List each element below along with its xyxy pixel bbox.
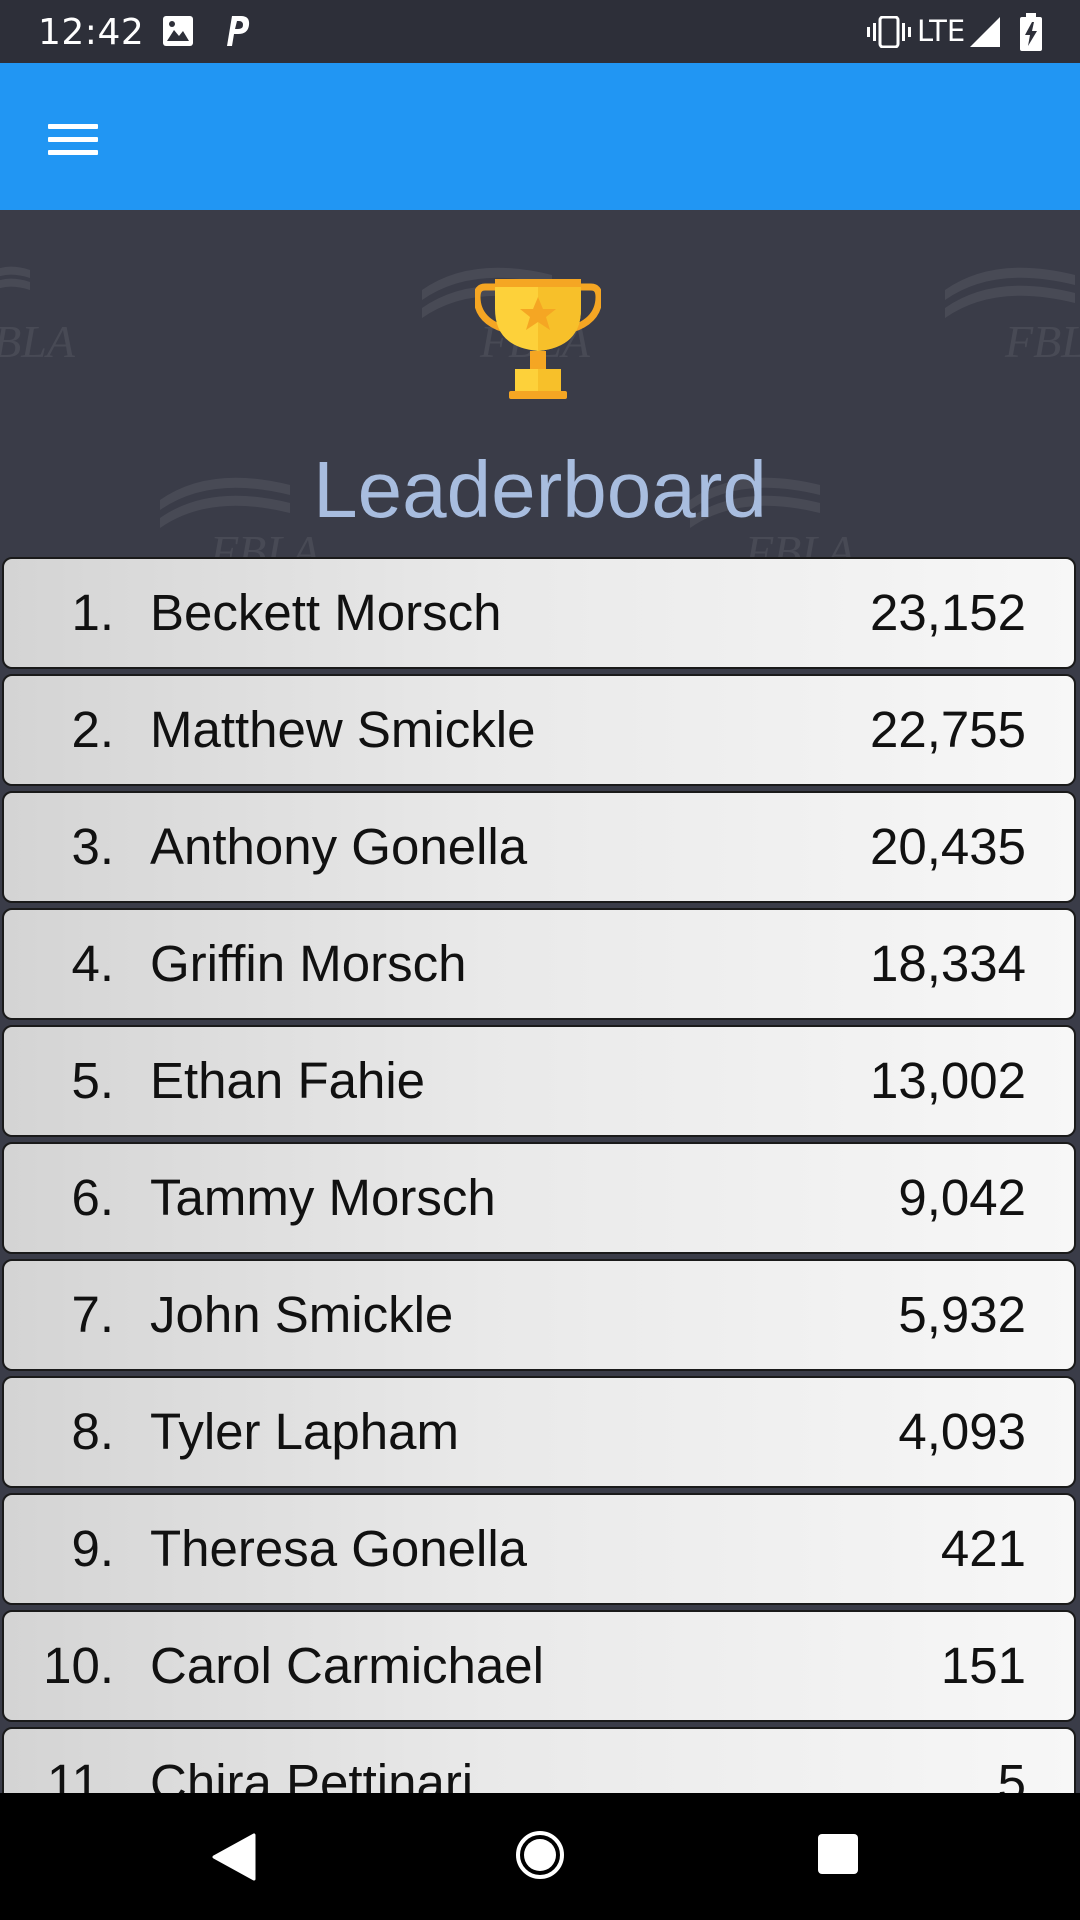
rank-label: 3. [71, 818, 114, 875]
rank-label: 10. [43, 1637, 114, 1694]
rank-label: 4. [71, 935, 114, 992]
leaderboard-list[interactable]: 1. Beckett Morsch 23,152 2. Matthew Smic… [0, 557, 1080, 1793]
player-score: 23,152 [870, 584, 1026, 641]
player-name: Anthony Gonella [150, 818, 528, 875]
rank-label: 5. [71, 1052, 114, 1109]
player-name: John Smickle [150, 1286, 454, 1343]
trophy-icon [475, 279, 601, 399]
rank-label: 2. [71, 701, 114, 758]
menu-button[interactable] [28, 107, 116, 167]
rank-label: 8. [71, 1403, 114, 1460]
player-score: 9,042 [898, 1169, 1026, 1226]
player-name: Carol Carmichael [150, 1637, 544, 1694]
leaderboard-row[interactable]: 4. Griffin Morsch 18,334 [2, 908, 1076, 1020]
player-score: 4,093 [898, 1403, 1026, 1460]
player-score: 5,932 [898, 1286, 1026, 1343]
page-title: Leaderboard [313, 445, 767, 534]
player-score: 5 [997, 1754, 1026, 1793]
leaderboard-row[interactable]: 3. Anthony Gonella 20,435 [2, 791, 1076, 903]
player-score: 20,435 [870, 818, 1026, 875]
back-button[interactable] [212, 1833, 256, 1886]
player-name: Theresa Gonella [150, 1520, 528, 1577]
player-name: Matthew Smickle [150, 701, 536, 758]
rank-label: 9. [71, 1520, 114, 1577]
rank-label: 1. [71, 584, 114, 641]
vibrate-icon [866, 15, 912, 53]
recents-button[interactable] [817, 1833, 859, 1880]
rank-label: 11. [46, 1754, 114, 1793]
app-screen: 12:42 LTE LA FB FBLA FBLA Leaderboard 1.… [0, 0, 1080, 1920]
player-name: Tammy Morsch [150, 1169, 496, 1226]
recents-icon [818, 1834, 858, 1874]
image-icon [161, 14, 195, 53]
home-icon [516, 1831, 564, 1879]
app-bar [0, 63, 1080, 210]
navigation-bar [0, 1793, 1080, 1920]
player-score: 13,002 [870, 1052, 1026, 1109]
leaderboard-row[interactable]: 5. Ethan Fahie 13,002 [2, 1025, 1076, 1137]
player-name: Ethan Fahie [150, 1052, 426, 1109]
watermark-text: FBLA [1005, 316, 1080, 367]
rank-label: 6. [71, 1169, 114, 1226]
player-score: 22,755 [870, 701, 1026, 758]
battery-charging-icon [1018, 12, 1044, 57]
player-name: Griffin Morsch [150, 935, 467, 992]
player-score: 421 [940, 1520, 1026, 1577]
home-button[interactable] [515, 1830, 565, 1885]
back-icon [212, 1833, 256, 1881]
network-label: LTE [917, 14, 966, 48]
rank-label: 7. [71, 1286, 114, 1343]
status-time: 12:42 [38, 12, 145, 53]
watermark-flag-icon [0, 266, 30, 290]
leaderboard-row[interactable]: 9. Theresa Gonella 421 [2, 1493, 1076, 1605]
watermark-text: FBLA [0, 316, 75, 367]
player-name: Beckett Morsch [150, 584, 502, 641]
status-bar: 12:42 LTE [0, 0, 1080, 63]
leaderboard-row[interactable]: 6. Tammy Morsch 9,042 [2, 1142, 1076, 1254]
player-score: 151 [940, 1637, 1026, 1694]
leaderboard-row[interactable]: 11. Chira Pettinari 5 [2, 1727, 1076, 1793]
player-name: Tyler Lapham [150, 1403, 459, 1460]
leaderboard-row[interactable]: 1. Beckett Morsch 23,152 [2, 557, 1076, 669]
player-name: Chira Pettinari [150, 1754, 474, 1793]
leaderboard-row[interactable]: 10. Carol Carmichael 151 [2, 1610, 1076, 1722]
player-score: 18,334 [870, 935, 1026, 992]
signal-icon [968, 16, 1002, 53]
leaderboard-row[interactable]: 8. Tyler Lapham 4,093 [2, 1376, 1076, 1488]
leaderboard-row[interactable]: 2. Matthew Smickle 22,755 [2, 674, 1076, 786]
parking-icon [219, 14, 253, 53]
leaderboard-row[interactable]: 7. John Smickle 5,932 [2, 1259, 1076, 1371]
